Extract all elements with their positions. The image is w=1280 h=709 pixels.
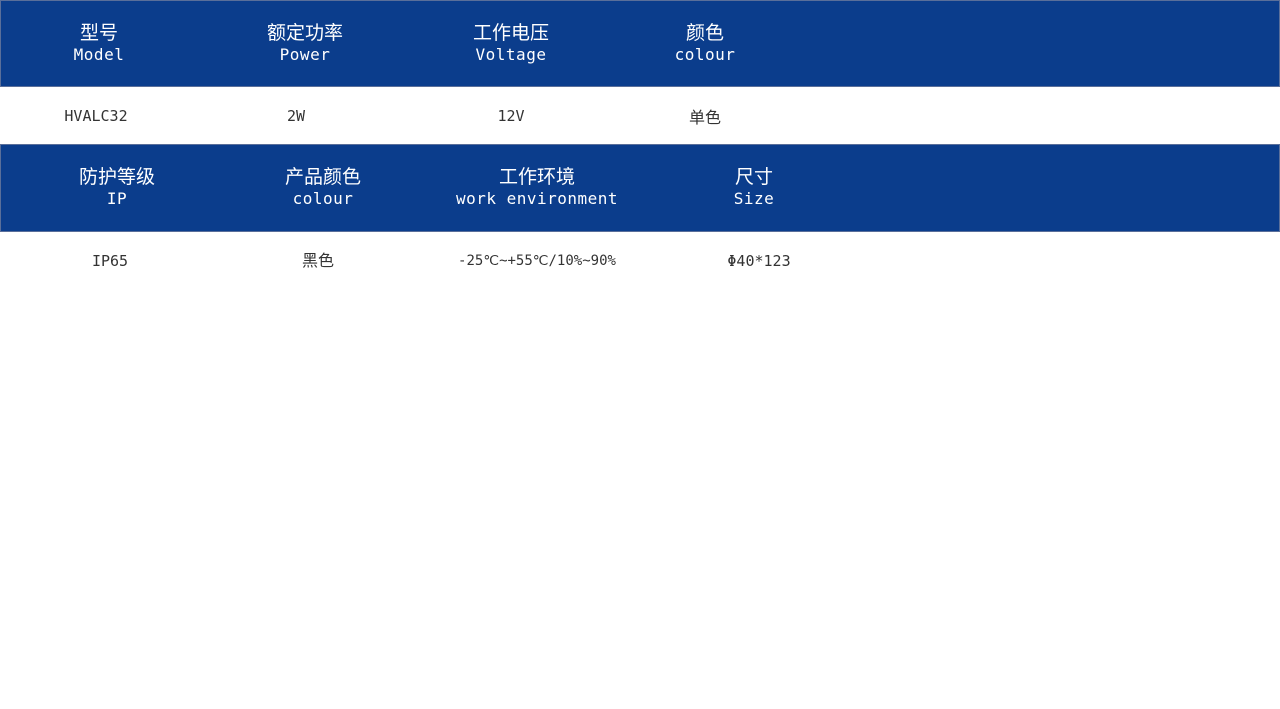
header-colour-en: colour bbox=[674, 44, 736, 64]
header-model: 型号 Model bbox=[74, 1, 125, 86]
value-power: 2W bbox=[286, 106, 306, 125]
header-work-environment: 工作环境 work environment bbox=[456, 145, 618, 231]
header-voltage: 工作电压 Voltage bbox=[473, 1, 549, 86]
header-size: 尺寸 Size bbox=[734, 145, 775, 231]
header-model-en: Model bbox=[73, 44, 125, 64]
header-product-colour-en: colour bbox=[292, 189, 354, 208]
spec-value-row-1: HVALC32 2W 12V 单色 bbox=[0, 87, 1280, 144]
header-product-colour: 产品颜色 colour bbox=[285, 145, 361, 231]
header-power-en: Power bbox=[279, 44, 331, 64]
header-voltage-zh: 工作电压 bbox=[472, 21, 550, 44]
header-voltage-en: Voltage bbox=[475, 44, 547, 64]
value-ip: IP65 bbox=[91, 251, 129, 270]
header-product-colour-zh: 产品颜色 bbox=[284, 166, 362, 188]
header-power: 额定功率 Power bbox=[267, 1, 343, 86]
header-colour-zh: 颜色 bbox=[685, 21, 725, 44]
value-product-colour: 黑色 bbox=[301, 250, 335, 270]
header-size-zh: 尺寸 bbox=[734, 166, 773, 188]
header-size-en: Size bbox=[733, 189, 775, 208]
value-size: Φ40*123 bbox=[727, 251, 791, 270]
spec-header-row-1: 型号 Model 额定功率 Power 工作电压 Voltage 颜色 colo… bbox=[0, 0, 1280, 87]
value-voltage: 12V bbox=[497, 106, 525, 125]
header-ip-en: IP bbox=[106, 189, 128, 208]
header-ip: 防护等级 IP bbox=[79, 145, 155, 231]
value-work-environment: -25℃~+55℃/10%~90% bbox=[458, 252, 616, 269]
value-model: HVALC32 bbox=[64, 106, 128, 125]
spec-value-row-2: IP65 黑色 -25℃~+55℃/10%~90% Φ40*123 bbox=[0, 232, 1280, 289]
header-colour: 颜色 colour bbox=[675, 1, 736, 86]
header-model-zh: 型号 bbox=[79, 21, 119, 44]
header-power-zh: 额定功率 bbox=[266, 21, 344, 44]
spec-header-row-2: 防护等级 IP 产品颜色 colour 工作环境 work environmen… bbox=[0, 144, 1280, 232]
header-work-environment-en: work environment bbox=[455, 189, 619, 208]
header-ip-zh: 防护等级 bbox=[78, 166, 156, 188]
header-work-environment-zh: 工作环境 bbox=[498, 166, 575, 188]
value-colour: 单色 bbox=[688, 107, 722, 127]
